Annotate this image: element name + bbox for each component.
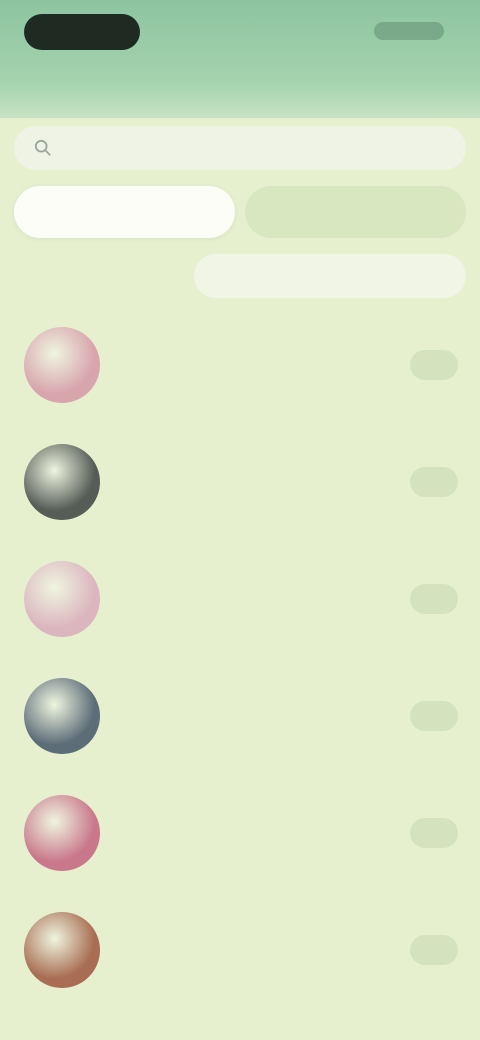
list-item-text bbox=[120, 361, 396, 369]
avatar bbox=[24, 911, 100, 988]
list-item-text bbox=[120, 829, 396, 837]
avatar bbox=[24, 794, 100, 871]
list-item[interactable] bbox=[0, 891, 480, 1008]
list-item-text bbox=[120, 712, 396, 720]
avatar bbox=[24, 443, 100, 520]
list-item-text bbox=[120, 946, 396, 954]
filter-chip[interactable] bbox=[194, 254, 466, 298]
section-header bbox=[14, 252, 466, 300]
item-list bbox=[0, 306, 480, 1008]
list-item-action-button[interactable] bbox=[410, 934, 458, 965]
tab-primary[interactable] bbox=[14, 186, 235, 238]
status-icons bbox=[374, 22, 444, 40]
list-item-action-button[interactable] bbox=[410, 817, 458, 848]
search-bar[interactable] bbox=[14, 126, 466, 170]
avatar bbox=[24, 560, 100, 637]
list-item-text bbox=[120, 595, 396, 603]
list-item-action-button[interactable] bbox=[410, 466, 458, 497]
status-bar-pill bbox=[24, 14, 140, 50]
search-icon bbox=[34, 139, 51, 156]
list-item-action-button[interactable] bbox=[410, 700, 458, 731]
list-item-action-button[interactable] bbox=[410, 349, 458, 380]
tab-bar bbox=[14, 186, 466, 238]
list-item[interactable] bbox=[0, 774, 480, 891]
list-item-text bbox=[120, 478, 396, 486]
list-item[interactable] bbox=[0, 306, 480, 423]
search-input[interactable] bbox=[62, 138, 446, 158]
list-item[interactable] bbox=[0, 423, 480, 540]
list-item[interactable] bbox=[0, 540, 480, 657]
list-item-action-button[interactable] bbox=[410, 583, 458, 614]
app-header bbox=[0, 0, 480, 118]
tab-secondary[interactable] bbox=[245, 186, 466, 238]
list-item[interactable] bbox=[0, 657, 480, 774]
avatar bbox=[24, 677, 100, 754]
avatar bbox=[24, 326, 100, 403]
